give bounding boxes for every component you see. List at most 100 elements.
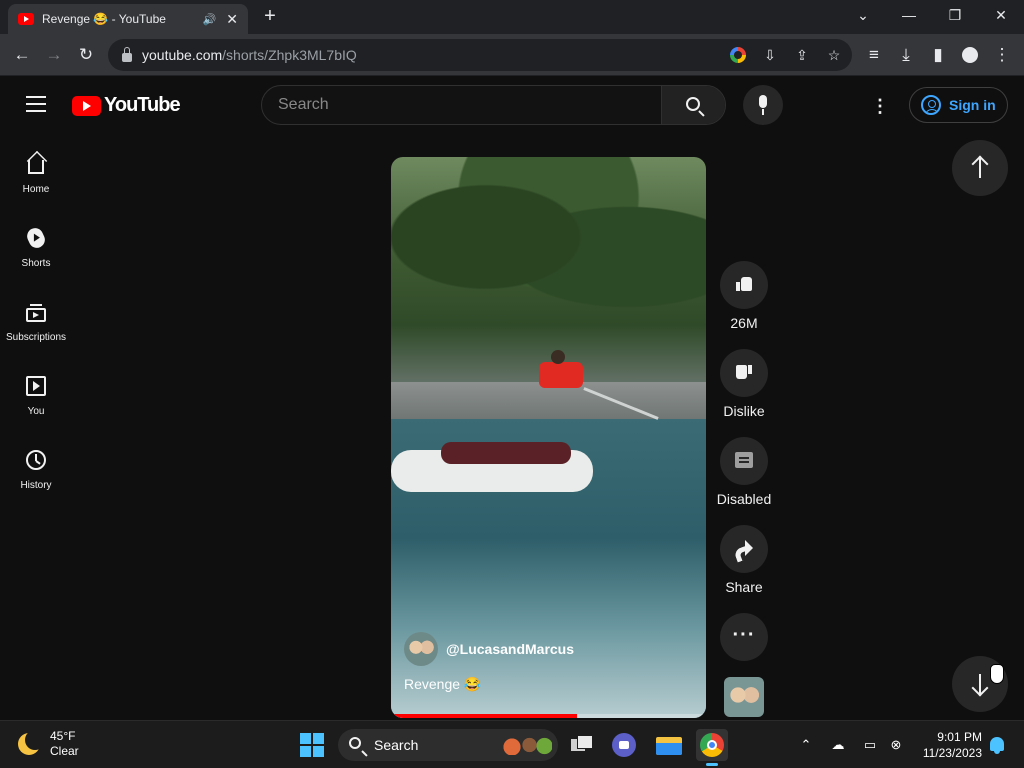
- media-queue-icon[interactable]: ≡: [862, 43, 886, 67]
- windows-taskbar: 45°F Clear Search ⌃ ☁ ▭ ⊗ 9:01 PM 11/23/…: [0, 720, 1024, 768]
- download-icon[interactable]: ⤓: [894, 43, 918, 67]
- reload-icon[interactable]: ↻: [74, 43, 98, 67]
- share-icon[interactable]: ⇪: [790, 43, 814, 67]
- tab-title: Revenge 😂 - YouTube: [42, 12, 166, 26]
- video-frame-trees: [391, 157, 706, 357]
- more-icon[interactable]: ⋮: [990, 43, 1014, 67]
- youtube-play-icon: [72, 95, 101, 116]
- start-button[interactable]: [300, 733, 324, 757]
- sidebar-item-subscriptions[interactable]: Subscriptions: [0, 280, 72, 354]
- hamburger-menu-icon[interactable]: [26, 96, 46, 112]
- profile-icon[interactable]: [958, 43, 982, 67]
- search-icon: [686, 97, 700, 111]
- close-window-icon[interactable]: ✕: [986, 4, 1016, 28]
- meet-now-icon[interactable]: [608, 729, 640, 761]
- sidebar-item-history[interactable]: History: [0, 428, 72, 502]
- address-bar[interactable]: youtube.com/shorts/Zhpk3ML7bIQ ⇩ ⇪ ☆: [108, 39, 852, 71]
- account-icon: [921, 95, 941, 115]
- thumbs-up-icon: [736, 277, 752, 291]
- sign-in-button[interactable]: Sign in: [909, 87, 1008, 123]
- search-highlight-icon: [502, 735, 552, 755]
- search-icon: [349, 737, 361, 749]
- display-icon[interactable]: ▭: [860, 735, 880, 755]
- notification-bell-icon[interactable]: [990, 737, 1004, 754]
- sidebar-item-home[interactable]: Home: [0, 132, 72, 206]
- sidebar-item-shorts[interactable]: Shorts: [0, 206, 72, 280]
- install-icon[interactable]: ⇩: [758, 43, 782, 67]
- share-button[interactable]: [720, 525, 768, 573]
- weather-widget[interactable]: 45°F Clear: [18, 729, 79, 759]
- google-icon[interactable]: [726, 43, 750, 67]
- sound-thumbnail[interactable]: [724, 677, 764, 717]
- microphone-icon: [759, 95, 767, 108]
- minimize-window-icon[interactable]: —: [894, 4, 924, 28]
- sidebar-item-label: Shorts: [21, 258, 51, 269]
- new-tab-button[interactable]: +: [258, 6, 282, 28]
- taskbar-search-label: Search: [374, 737, 419, 753]
- settings-more-icon[interactable]: ⋮: [870, 96, 890, 116]
- bookmark-star-icon[interactable]: ☆: [822, 43, 846, 67]
- browser-tabbar: Revenge 😂 - YouTube 🔊 ✕ + ⌄ — ❐ ✕: [0, 0, 1024, 34]
- sidebar-item-you[interactable]: You: [0, 354, 72, 428]
- task-view-icon[interactable]: [565, 729, 597, 761]
- subscriptions-icon: [26, 304, 46, 322]
- sidebar-item-label: History: [20, 480, 52, 491]
- file-explorer-icon[interactable]: [652, 729, 684, 761]
- tab-search-icon[interactable]: ⌄: [848, 4, 878, 28]
- comments-button[interactable]: [720, 437, 768, 485]
- video-frame-person: [539, 350, 583, 388]
- microphone-stand: [762, 109, 764, 115]
- more-options-button[interactable]: ···: [720, 613, 768, 661]
- side-panel-icon[interactable]: ▮: [926, 43, 950, 67]
- restore-window-icon[interactable]: ❐: [940, 4, 970, 28]
- back-icon[interactable]: ←: [10, 43, 34, 67]
- video-progress-fill: [391, 714, 577, 718]
- channel-info[interactable]: @LucasandMarcus: [404, 632, 574, 666]
- sidebar-item-label: Home: [22, 184, 50, 195]
- clock-date: 11/23/2023: [922, 746, 982, 760]
- sidebar-item-label: You: [27, 406, 45, 417]
- youtube-logo[interactable]: YouTube: [72, 94, 181, 117]
- like-button[interactable]: [720, 261, 768, 309]
- arrow-up-icon: [979, 158, 981, 178]
- search-box[interactable]: Search: [261, 85, 726, 125]
- dislike-button[interactable]: [720, 349, 768, 397]
- video-progress-bar[interactable]: [391, 714, 706, 718]
- onedrive-icon[interactable]: ☁: [828, 735, 848, 755]
- search-input[interactable]: Search: [278, 86, 329, 124]
- weather-temp: 45°F: [50, 729, 76, 743]
- dislike-label: Dislike: [723, 403, 765, 419]
- moon-icon: [18, 730, 45, 755]
- clock-time: 9:01 PM: [937, 730, 982, 744]
- show-hidden-icons-icon[interactable]: ⌃: [796, 735, 816, 755]
- lock-icon[interactable]: [122, 47, 132, 62]
- system-clock[interactable]: 9:01 PM 11/23/2023: [912, 729, 982, 761]
- more-horizontal-icon: ···: [732, 624, 756, 646]
- close-tab-icon[interactable]: ✕: [226, 11, 238, 28]
- sidebar-item-label: Subscriptions: [5, 332, 67, 343]
- search-button[interactable]: [661, 86, 725, 124]
- url-path: /shorts/Zhpk3ML7bIQ: [222, 47, 357, 63]
- voice-search-button[interactable]: [743, 85, 783, 125]
- you-icon: [26, 376, 46, 396]
- network-icon[interactable]: ⊗: [886, 735, 906, 755]
- hand-cursor-icon: [990, 664, 1004, 684]
- logo-text: YouTube: [104, 94, 181, 116]
- youtube-favicon-icon: [18, 13, 34, 25]
- forward-icon[interactable]: →: [42, 43, 66, 67]
- chrome-taskbar-icon[interactable]: [696, 729, 728, 766]
- previous-short-button[interactable]: [952, 140, 1008, 196]
- taskbar-search[interactable]: Search: [338, 729, 558, 761]
- like-action: 26M: [720, 261, 768, 331]
- audio-playing-icon[interactable]: 🔊: [203, 13, 217, 26]
- comment-icon: [735, 452, 753, 468]
- youtube-header: YouTube Search ⋮ Sign in: [0, 76, 1024, 132]
- browser-tab[interactable]: Revenge 😂 - YouTube 🔊 ✕: [8, 4, 248, 34]
- video-frame-pool-float: [391, 442, 593, 492]
- share-label: Share: [725, 579, 763, 595]
- dislike-action: Dislike: [720, 349, 768, 419]
- sign-in-label: Sign in: [949, 97, 996, 113]
- channel-name[interactable]: @LucasandMarcus: [446, 641, 574, 657]
- channel-avatar[interactable]: [404, 632, 438, 666]
- shorts-video-player[interactable]: @LucasandMarcus Revenge 😂: [391, 157, 706, 718]
